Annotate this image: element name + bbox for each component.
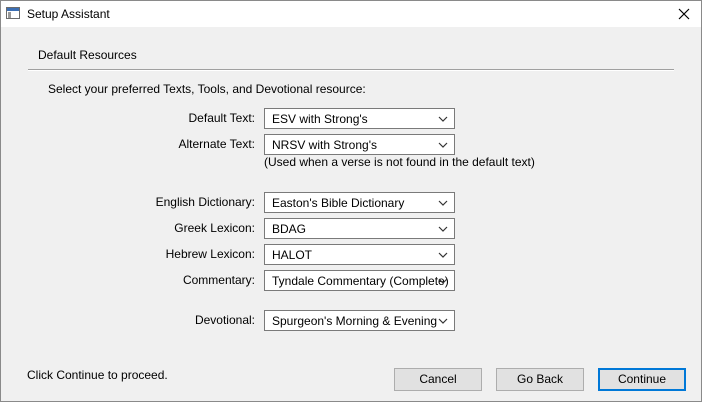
default-text-dropdown[interactable]: ESV with Strong's [264,108,455,129]
devotional-dropdown[interactable]: Spurgeon's Morning & Evening [264,310,455,331]
greek-lexicon-value: BDAG [272,222,307,236]
hebrew-lexicon-dropdown[interactable]: HALOT [264,244,455,265]
footer-instruction: Click Continue to proceed. [27,368,168,382]
chevron-down-icon [438,278,448,284]
chevron-down-icon [438,226,448,232]
chevron-down-icon [438,200,448,206]
alternate-text-value: NRSV with Strong's [272,138,377,152]
greek-lexicon-dropdown[interactable]: BDAG [264,218,455,239]
greek-lexicon-label: Greek Lexicon: [174,221,255,235]
chevron-down-icon [438,142,448,148]
devotional-label: Devotional: [194,313,255,327]
window-icon [6,7,20,19]
chevron-down-icon [438,116,448,122]
alternate-text-label: Alternate Text: [178,137,256,151]
go-back-button[interactable]: Go Back [496,368,584,391]
window-title: Setup Assistant [27,7,110,21]
setup-assistant-window: Setup Assistant Default Resources Select… [0,0,702,402]
cancel-button[interactable]: Cancel [394,368,482,391]
hebrew-lexicon-label: Hebrew Lexicon: [165,247,255,261]
default-text-value: ESV with Strong's [272,112,368,126]
english-dictionary-label: English Dictionary: [155,195,255,209]
alternate-text-dropdown[interactable]: NRSV with Strong's [264,134,455,155]
english-dictionary-dropdown[interactable]: Easton's Bible Dictionary [264,192,455,213]
instruction-text: Select your preferred Texts, Tools, and … [48,82,366,96]
english-dictionary-value: Easton's Bible Dictionary [272,196,405,210]
commentary-value: Tyndale Commentary (Complete) [272,274,449,288]
close-icon [678,8,690,20]
continue-button[interactable]: Continue [598,368,686,391]
group-title: Default Resources [38,48,137,62]
hebrew-lexicon-value: HALOT [272,248,313,262]
group-divider [28,69,674,71]
chevron-down-icon [438,318,448,324]
title-bar: Setup Assistant [1,1,701,27]
devotional-value: Spurgeon's Morning & Evening [272,314,438,328]
chevron-down-icon [438,252,448,258]
default-text-label: Default Text: [188,111,255,125]
commentary-label: Commentary: [182,273,255,287]
close-button[interactable] [667,1,701,27]
commentary-dropdown[interactable]: Tyndale Commentary (Complete) [264,270,455,291]
alternate-text-note: (Used when a verse is not found in the d… [264,155,535,169]
